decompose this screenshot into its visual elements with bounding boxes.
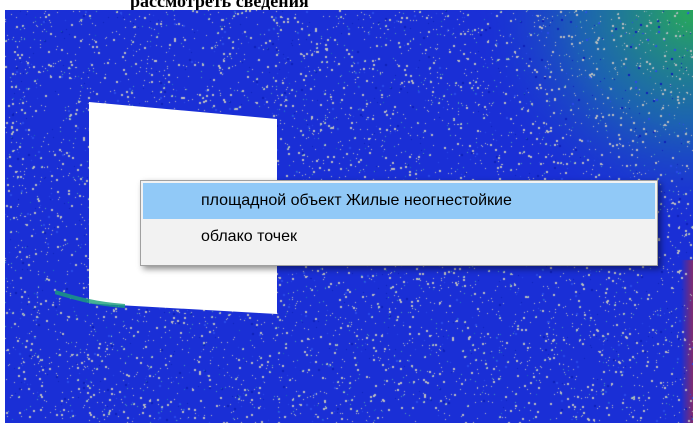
area-object-edge-highlight	[55, 290, 125, 308]
menu-item-area-object[interactable]: площадной объект Жилые неогнестойкие	[143, 183, 655, 219]
caption-text: рассмотреть сведения	[130, 0, 309, 10]
context-menu[interactable]: площадной объект Жилые неогнестойкие обл…	[140, 180, 658, 266]
menu-item-label: площадной объект Жилые неогнестойкие	[201, 192, 512, 209]
menu-item-label: облако точек	[201, 228, 298, 245]
document-caption-fragment: рассмотреть сведения	[0, 0, 696, 10]
menu-item-point-cloud[interactable]: облако точек	[143, 219, 655, 255]
